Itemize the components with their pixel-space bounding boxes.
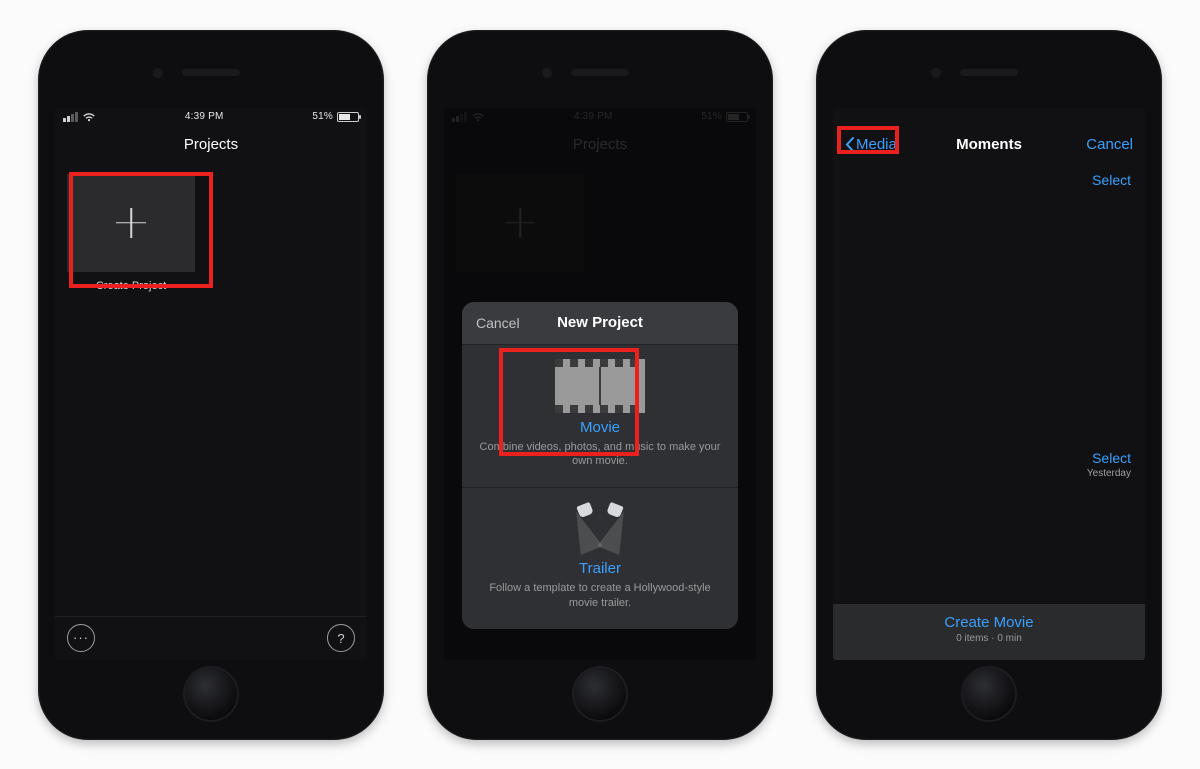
- wifi-icon: [82, 112, 96, 122]
- page-title: Projects: [184, 136, 238, 153]
- cancel-button[interactable]: Cancel: [1086, 136, 1133, 153]
- screen-moments: Media Moments Cancel Select Select Yeste…: [833, 108, 1145, 660]
- section-select-button-2[interactable]: Select: [833, 442, 1145, 468]
- modal-cancel-button[interactable]: Cancel: [476, 315, 520, 331]
- status-bar: [833, 108, 1145, 126]
- phone-speaker: [571, 69, 629, 76]
- spotlight-icon: [570, 502, 630, 556]
- question-icon: ?: [337, 631, 344, 646]
- moments-list[interactable]: Select Select Yesterday: [833, 164, 1145, 604]
- back-label: Media: [856, 136, 897, 153]
- status-bar: 4:39 PM 51%: [55, 108, 367, 126]
- nav-bar: Projects: [55, 126, 367, 164]
- option-trailer-label: Trailer: [478, 560, 722, 577]
- phone-camera: [931, 68, 941, 78]
- battery-pct: 51%: [312, 111, 333, 122]
- create-movie-button[interactable]: Create Movie: [833, 614, 1145, 631]
- signal-icon: [63, 112, 78, 122]
- more-button[interactable]: ···: [67, 624, 95, 652]
- chevron-left-icon: [845, 137, 854, 152]
- phone-speaker: [182, 69, 240, 76]
- screen-projects: 4:39 PM 51% Projects Create Project ··· …: [55, 108, 367, 660]
- status-time: 4:39 PM: [185, 111, 224, 122]
- home-button[interactable]: [572, 666, 628, 722]
- option-movie[interactable]: Movie Combine videos, photos, and music …: [462, 344, 738, 488]
- option-trailer-desc: Follow a template to create a Hollywood-…: [478, 581, 722, 611]
- bottom-toolbar: ··· ?: [55, 616, 367, 660]
- new-project-modal: Cancel New Project Movie Combine videos,…: [462, 302, 738, 629]
- phone-camera: [542, 68, 552, 78]
- create-movie-sub: 0 items · 0 min: [833, 633, 1145, 644]
- section-select-button-1[interactable]: Select: [833, 164, 1145, 190]
- plus-icon: [110, 202, 152, 244]
- create-project-tile[interactable]: [67, 174, 195, 272]
- nav-bar: Media Moments Cancel: [833, 126, 1145, 164]
- phone-camera: [153, 68, 163, 78]
- filmstrip-icon: [555, 359, 645, 413]
- home-button[interactable]: [183, 666, 239, 722]
- phone-speaker: [960, 69, 1018, 76]
- back-media-button[interactable]: Media: [845, 136, 897, 153]
- section-date-label: Yesterday: [833, 468, 1145, 485]
- help-button[interactable]: ?: [327, 624, 355, 652]
- page-title: Moments: [956, 136, 1022, 153]
- phone-mock-1: 4:39 PM 51% Projects Create Project ··· …: [38, 30, 384, 740]
- modal-title: New Project: [557, 314, 643, 331]
- option-trailer[interactable]: Trailer Follow a template to create a Ho…: [462, 487, 738, 629]
- option-movie-label: Movie: [478, 419, 722, 436]
- battery-icon: [337, 112, 359, 122]
- create-movie-bar[interactable]: Create Movie 0 items · 0 min: [833, 604, 1145, 660]
- home-button[interactable]: [961, 666, 1017, 722]
- phone-mock-2: 4:39 PM 51% Projects Cancel New Project …: [427, 30, 773, 740]
- create-project-label: Create Project: [67, 280, 195, 292]
- screen-new-project-modal: 4:39 PM 51% Projects Cancel New Project …: [444, 108, 756, 660]
- option-movie-desc: Combine videos, photos, and music to mak…: [478, 440, 722, 470]
- phone-mock-3: Media Moments Cancel Select Select Yeste…: [816, 30, 1162, 740]
